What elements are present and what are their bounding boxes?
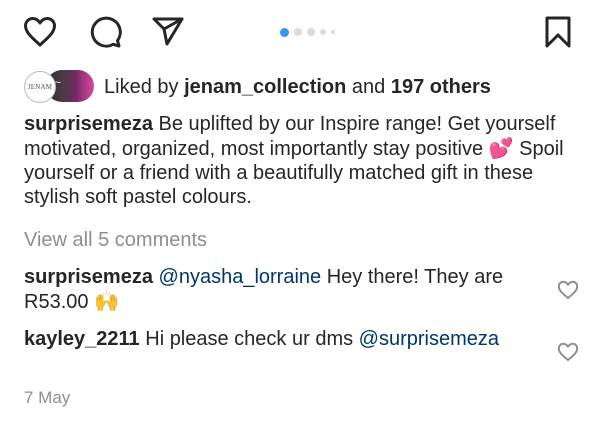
avatar[interactable]: JENAM <box>24 71 56 103</box>
comment-text: Hi please check ur dms <box>139 328 359 350</box>
heart-icon <box>557 342 579 361</box>
comment-icon <box>90 16 122 48</box>
carousel-indicator <box>280 27 335 37</box>
comment-like-button[interactable] <box>555 340 581 364</box>
heart-icon <box>557 280 579 299</box>
likes-prefix: Liked by <box>104 75 185 98</box>
caption-username-link[interactable]: surprisemeza <box>24 113 153 135</box>
likes-middle: and <box>346 75 391 98</box>
post-caption: surprisemeza Be uplifted by our Inspire … <box>24 112 590 209</box>
avatar-logo-text: JENAM <box>27 83 53 91</box>
comment-mention-link[interactable]: @nyasha_lorraine <box>159 266 322 288</box>
raising-hands-emoji: 🙌 <box>94 289 119 313</box>
likes-summary: JENAM ~ Liked by jenam_collection and 19… <box>24 70 491 104</box>
comment-item: surprisemeza @nyasha_lorraine Hey there!… <box>24 265 544 314</box>
comment-item: kayley_2211 Hi please check ur dms @surp… <box>24 327 544 351</box>
heart-icon <box>24 17 56 47</box>
share-button[interactable] <box>150 14 186 50</box>
post-action-bar <box>0 0 600 66</box>
likes-text: Liked by jenam_collection and 197 others <box>104 76 491 99</box>
carousel-dot <box>331 30 335 34</box>
comment-like-button[interactable] <box>555 278 581 302</box>
send-icon <box>152 17 184 46</box>
two-hearts-emoji: 💕 <box>488 136 514 160</box>
save-button[interactable] <box>540 14 576 50</box>
likes-others-link[interactable]: 197 others <box>391 76 491 98</box>
liker-username-link[interactable]: jenam_collection <box>184 76 346 98</box>
carousel-dot <box>320 29 326 35</box>
carousel-dot <box>294 28 302 36</box>
view-all-comments-link[interactable]: View all 5 comments <box>24 228 207 252</box>
post-date: 7 May <box>24 388 71 407</box>
carousel-dot <box>280 27 289 37</box>
carousel-dot <box>307 28 315 36</box>
like-button[interactable] <box>22 14 58 50</box>
bookmark-icon <box>545 16 571 48</box>
comment-mention-link[interactable]: @surprisemeza <box>359 328 499 350</box>
comment-button[interactable] <box>87 14 123 50</box>
comment-username-link[interactable]: kayley_2211 <box>24 328 140 350</box>
comment-username-link[interactable]: surprisemeza <box>24 266 153 288</box>
liker-avatars: JENAM ~ <box>24 70 100 104</box>
